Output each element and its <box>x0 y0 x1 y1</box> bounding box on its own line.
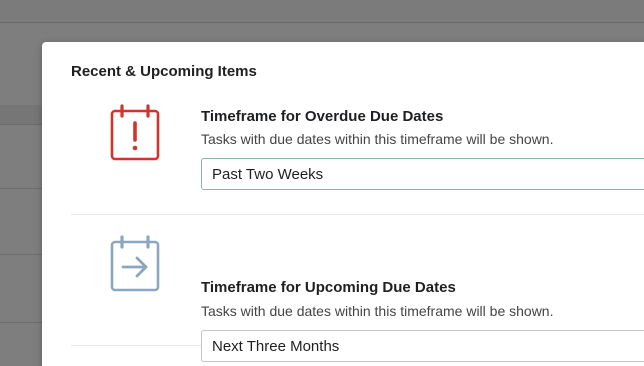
background-divider <box>0 254 42 255</box>
upcoming-timeframe-description: Tasks with due dates within this timefra… <box>201 303 554 319</box>
background-divider <box>0 124 42 125</box>
overdue-timeframe-label: Timeframe for Overdue Due Dates <box>201 108 444 125</box>
calendar-exclamation-icon <box>109 102 161 162</box>
background-band <box>0 105 42 125</box>
overdue-timeframe-value: Past Two Weeks <box>212 166 324 183</box>
upcoming-timeframe-select[interactable]: Next Three Months <box>201 330 644 362</box>
calendar-arrow-icon <box>109 233 161 293</box>
settings-dialog: Recent & Upcoming Items Timeframe for Ov… <box>42 42 644 366</box>
overdue-timeframe-select[interactable]: Past Two Weeks <box>201 158 644 190</box>
background-divider <box>0 322 42 323</box>
overdue-timeframe-description: Tasks with due dates within this timefra… <box>201 131 554 147</box>
upcoming-timeframe-row: Timeframe for Upcoming Due Dates Tasks w… <box>71 214 644 362</box>
background-topbar <box>0 0 644 23</box>
overdue-timeframe-row: Timeframe for Overdue Due Dates Tasks wi… <box>71 97 644 215</box>
upcoming-timeframe-value: Next Three Months <box>212 338 340 355</box>
upcoming-timeframe-label: Timeframe for Upcoming Due Dates <box>201 279 456 296</box>
background-divider <box>0 188 42 189</box>
section-title: Recent & Upcoming Items <box>71 63 257 80</box>
